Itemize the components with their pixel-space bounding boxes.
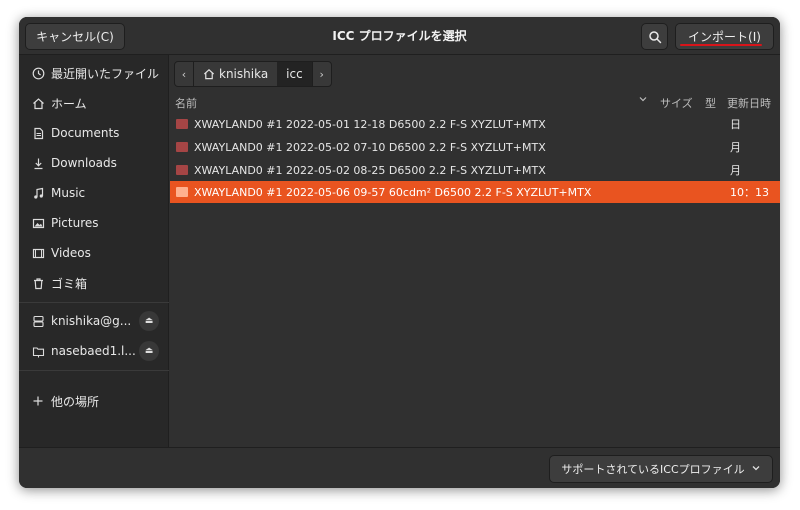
sidebar-item-recent[interactable]: 最近開いたファイル: [19, 60, 169, 86]
file-chooser-dialog: キャンセル(C) ICC プロファイルを選択 インポート(I) 最近開いたファイ…: [19, 17, 780, 488]
sidebar-separator: [19, 302, 169, 303]
eject-icon: ⏏: [144, 316, 154, 326]
sidebar-item-label: Documents: [51, 126, 120, 140]
sidebar-item-label: ゴミ箱: [51, 276, 88, 291]
file-icon: [176, 187, 188, 197]
chevron-down-icon: [751, 463, 761, 476]
column-type[interactable]: 型: [705, 95, 716, 111]
chevron-left-icon: ‹: [181, 67, 187, 81]
filter-label: サポートされているICCプロファイル: [561, 463, 745, 476]
sidebar-item-label: Music: [51, 186, 86, 200]
sidebar-item-downloads[interactable]: Downloads: [19, 150, 169, 176]
file-name: XWAYLAND0 #1 2022-05-01 12-18 D6500 2.2 …: [194, 117, 546, 131]
eject-button[interactable]: ⏏: [139, 341, 159, 361]
video-icon: [31, 246, 45, 260]
path-forward-button[interactable]: ›: [311, 61, 332, 87]
sidebar-item-mount-knishika[interactable]: knishika@g... ⏏: [19, 308, 169, 334]
search-button[interactable]: [641, 23, 668, 50]
eject-icon: ⏏: [144, 346, 154, 356]
sidebar-item-label: nasebaed1.l...: [51, 344, 136, 358]
sidebar-item-label: 他の場所: [51, 394, 100, 409]
path-segment-icc[interactable]: icc: [277, 61, 312, 87]
home-icon: [31, 96, 45, 110]
sidebar-item-trash[interactable]: ゴミ箱: [19, 270, 169, 296]
dialog-title: ICC プロファイルを選択: [332, 29, 467, 43]
column-modified[interactable]: 更新日時: [727, 95, 771, 111]
sidebar: 最近開いたファイル ホーム Documents Downloads Music: [19, 55, 169, 447]
column-name[interactable]: 名前: [175, 95, 197, 111]
column-size[interactable]: サイズ: [660, 95, 693, 111]
download-icon: [31, 156, 45, 170]
sidebar-item-label: Videos: [51, 246, 91, 260]
plus-icon: [31, 394, 45, 408]
file-row[interactable]: XWAYLAND0 #1 2022-05-02 07-10 D6500 2.2 …: [170, 136, 780, 158]
sidebar-separator: [19, 370, 169, 371]
search-icon: [648, 30, 661, 43]
file-modified: 月: [730, 164, 741, 177]
sidebar-item-pictures[interactable]: Pictures: [19, 210, 169, 236]
trash-icon: [31, 276, 45, 290]
path-segment-label: knishika: [219, 67, 269, 81]
picture-icon: [31, 216, 45, 230]
sidebar-item-mount-nasebaed1[interactable]: nasebaed1.l... ⏏: [19, 338, 169, 364]
music-icon: [31, 186, 45, 200]
file-row[interactable]: XWAYLAND0 #1 2022-05-01 12-18 D6500 2.2 …: [170, 113, 780, 135]
sidebar-item-label: ホーム: [51, 96, 87, 111]
sidebar-item-music[interactable]: Music: [19, 180, 169, 206]
footer-bar: サポートされているICCプロファイル: [19, 447, 780, 488]
header-bar: キャンセル(C) ICC プロファイルを選択 インポート(I): [19, 17, 780, 55]
document-icon: [31, 126, 45, 140]
file-row[interactable]: XWAYLAND0 #1 2022-05-02 08-25 D6500 2.2 …: [170, 159, 780, 181]
path-bar: ‹ knishika icc ›: [174, 61, 332, 87]
file-icon: [176, 119, 188, 129]
path-back-button[interactable]: ‹: [174, 61, 194, 87]
eject-button[interactable]: ⏏: [139, 311, 159, 331]
clock-icon: [31, 66, 45, 80]
file-modified: 日: [730, 118, 741, 131]
sort-chevron-icon[interactable]: [638, 94, 648, 107]
file-modified: 10：13: [730, 186, 769, 199]
sidebar-item-label: knishika@g...: [51, 314, 132, 328]
sidebar-item-documents[interactable]: Documents: [19, 120, 169, 146]
sidebar-item-other-locations[interactable]: 他の場所: [19, 388, 169, 414]
sidebar-item-home[interactable]: ホーム: [19, 90, 169, 116]
path-segment-label: icc: [286, 67, 303, 81]
file-filter-dropdown[interactable]: サポートされているICCプロファイル: [549, 455, 773, 483]
file-row-selected[interactable]: XWAYLAND0 #1 2022-05-06 09-57 60cdm² D65…: [170, 181, 780, 203]
file-name: XWAYLAND0 #1 2022-05-02 08-25 D6500 2.2 …: [194, 163, 546, 177]
sidebar-item-label: Pictures: [51, 216, 99, 230]
chevron-right-icon: ›: [319, 67, 324, 81]
sidebar-item-videos[interactable]: Videos: [19, 240, 169, 266]
network-folder-icon: [31, 344, 45, 358]
sidebar-item-label: Downloads: [51, 156, 117, 170]
annotation-underline: [680, 44, 762, 46]
cancel-button[interactable]: キャンセル(C): [25, 23, 125, 50]
file-name: XWAYLAND0 #1 2022-05-02 07-10 D6500 2.2 …: [194, 140, 546, 154]
home-icon: [203, 68, 215, 80]
file-icon: [176, 165, 188, 175]
file-name: XWAYLAND0 #1 2022-05-06 09-57 60cdm² D65…: [194, 185, 592, 199]
file-icon: [176, 142, 188, 152]
path-segment-home[interactable]: knishika: [194, 61, 278, 87]
file-modified: 月: [730, 141, 741, 154]
column-header: 名前 サイズ 型 更新日時: [170, 92, 780, 112]
server-icon: [31, 314, 45, 328]
sidebar-item-label: 最近開いたファイル: [51, 66, 160, 81]
